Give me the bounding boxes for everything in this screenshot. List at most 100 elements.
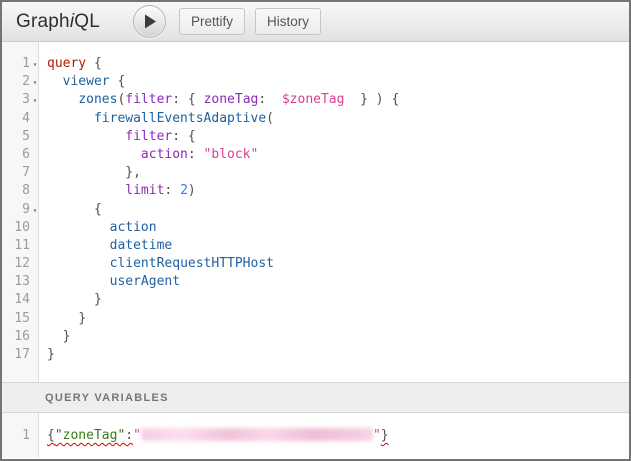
code-text: {"zoneTag":""} [40,427,389,445]
code-token: "zoneTag" [55,428,125,443]
code-text: datetime [40,237,172,255]
code-text: } [40,346,55,364]
query-code: 1▾query {2▾ viewer {3▾ zones(filter: { z… [2,42,629,364]
query-editor[interactable]: 1▾query {2▾ viewer {3▾ zones(filter: { z… [2,42,629,382]
code-token [47,220,110,235]
code-token: : [258,92,266,107]
code-token: } [63,329,71,344]
code-text: limit: 2) [40,182,196,200]
code-token: }, [125,165,141,180]
code-token [196,147,204,162]
code-token: zoneTag [204,92,259,107]
code-line: 6 action: "block" [2,146,629,164]
fold-arrow-placeholder [30,427,40,445]
code-token: } [78,311,86,326]
code-line: 8 limit: 2) [2,182,629,200]
code-token: : [125,428,133,443]
code-text: { [40,201,102,219]
fold-arrow-placeholder [30,219,40,237]
code-token: datetime [110,238,173,253]
code-token [47,329,63,344]
fold-arrow-placeholder [30,164,40,182]
code-text: viewer { [40,73,125,91]
code-token: : [172,129,180,144]
code-token: "block" [204,147,259,162]
topbar: GraphiQL Prettify History [2,2,629,42]
code-line: 12 clientRequestHTTPHost [2,255,629,273]
line-number: 4 [22,110,30,128]
code-token: { [188,129,196,144]
fold-arrow-placeholder [30,291,40,309]
code-token: { [188,92,196,107]
code-token: clientRequestHTTPHost [110,256,274,271]
line-number-cell: 5 [2,128,40,146]
code-text: zones(filter: { zoneTag: $zoneTag } ) { [40,91,399,109]
line-number: 6 [22,146,30,164]
line-number: 3 [22,91,30,109]
code-text: } [40,291,102,309]
line-number: 1 [22,55,30,73]
code-text: firewallEventsAdaptive( [40,110,274,128]
fold-arrow-placeholder [30,237,40,255]
fold-arrow-icon[interactable]: ▾ [30,73,40,91]
code-line: 4 firewallEventsAdaptive( [2,110,629,128]
code-token: " [373,428,381,443]
code-token: action [141,147,188,162]
line-number: 11 [14,237,30,255]
code-token [47,129,125,144]
code-token [47,165,125,180]
line-number: 9 [22,201,30,219]
code-token: ) [188,183,196,198]
code-text: }, [40,164,141,182]
line-number-cell: 8 [2,182,40,200]
code-token [47,74,63,89]
query-variables-header[interactable]: QUERY VARIABLES [2,382,629,413]
line-number-cell: 12 [2,255,40,273]
fold-arrow-icon[interactable]: ▾ [30,201,40,219]
line-number-cell: 16 [2,328,40,346]
line-number-cell: 11 [2,237,40,255]
execute-button[interactable] [133,5,166,38]
code-token: filter [125,129,172,144]
graphiql-window: GraphiQL Prettify History 1▾query {2▾ vi… [0,0,631,461]
history-button[interactable]: History [255,8,321,35]
code-token [368,92,376,107]
code-token [47,183,125,198]
code-line: 16 } [2,328,629,346]
code-token: ) [376,92,384,107]
prettify-button[interactable]: Prettify [179,8,245,35]
code-token: { [47,428,55,443]
code-token: firewallEventsAdaptive [94,111,266,126]
code-line: 2▾ viewer { [2,73,629,91]
code-token: } [381,428,389,443]
code-token: : [172,92,180,107]
code-token: " [133,428,141,443]
variables-editor[interactable]: 1{"zoneTag":""} [2,413,629,458]
fold-arrow-icon[interactable]: ▾ [30,91,40,109]
fold-arrow-placeholder [30,310,40,328]
code-token [180,129,188,144]
code-token [172,183,180,198]
code-line: 5 filter: { [2,128,629,146]
code-text: userAgent [40,273,180,291]
code-text: } [40,310,86,328]
fold-arrow-icon[interactable]: ▾ [30,55,40,73]
line-number-cell: 6 [2,146,40,164]
code-line: 14 } [2,291,629,309]
code-line: 15 } [2,310,629,328]
line-number-cell: 10 [2,219,40,237]
code-line: 17} [2,346,629,364]
code-line: 3▾ zones(filter: { zoneTag: $zoneTag } )… [2,91,629,109]
code-token [344,92,360,107]
line-number: 1 [22,427,30,445]
line-number-cell: 7 [2,164,40,182]
code-token: viewer [63,74,110,89]
line-number: 5 [22,128,30,146]
play-icon [141,14,157,29]
code-token [47,147,141,162]
fold-arrow-placeholder [30,128,40,146]
code-text: query { [40,55,102,73]
code-line: 10 action [2,219,629,237]
code-line: 1▾query { [2,55,629,73]
variables-code: 1{"zoneTag":""} [2,413,629,445]
